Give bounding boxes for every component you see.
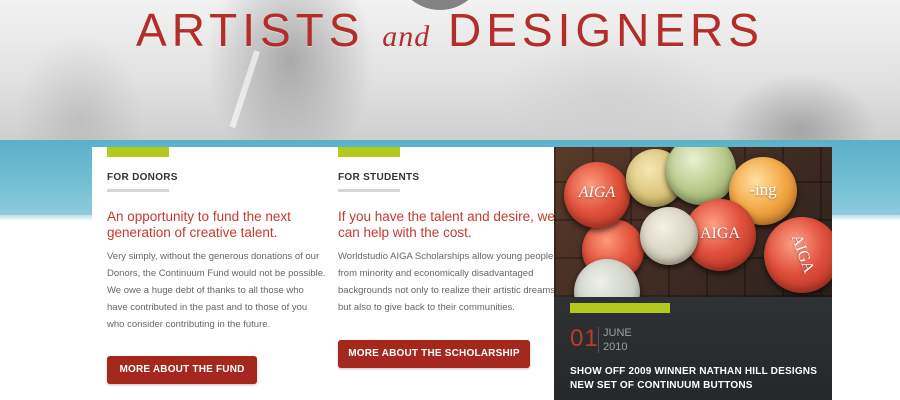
students-accent-bar (338, 147, 400, 157)
students-heading-rule (338, 189, 400, 192)
pin-button-photo: AIGA (564, 162, 630, 228)
news-headline-link[interactable]: SHOW OFF 2009 WINNER NATHAN HILL DESIGNS… (570, 365, 825, 393)
pin-text: -ing (749, 180, 777, 199)
hero-title: ARTISTS and DESIGNERS (0, 2, 900, 65)
date-divider (598, 327, 599, 353)
content-panel: FOR DONORS An opportunity to fund the ne… (92, 147, 558, 400)
donors-body: Very simply, without the generous donati… (107, 251, 326, 330)
pin-button-photo: AIGA (764, 217, 832, 293)
donors-column: FOR DONORS An opportunity to fund the ne… (107, 147, 327, 333)
donors-heading: FOR DONORS (107, 172, 178, 183)
students-tagline: If you have the talent and desire, we ca… (338, 209, 555, 240)
donors-heading-rule (107, 189, 169, 192)
news-photo[interactable]: AIGA -ing AIGA AIGA (554, 147, 832, 325)
pin-text: AIGA (787, 232, 818, 276)
pin-button-photo (640, 207, 698, 265)
news-feature[interactable]: AIGA -ing AIGA AIGA 01 JUNE 2010 SHOW OF… (554, 147, 832, 400)
news-accent-bar (570, 303, 670, 313)
hero-title-artists: ARTISTS (136, 4, 365, 56)
more-about-scholarship-button[interactable]: MORE ABOUT THE SCHOLARSHIP (338, 340, 530, 368)
students-column: FOR STUDENTS If you have the talent and … (338, 147, 558, 316)
donors-accent-bar (107, 147, 169, 157)
more-about-fund-button[interactable]: MORE ABOUT THE FUND (107, 356, 257, 384)
hero-title-and: and (382, 20, 431, 53)
donors-tagline: An opportunity to fund the next generati… (107, 209, 291, 240)
news-caption: 01 JUNE 2010 SHOW OFF 2009 WINNER NATHAN… (554, 297, 832, 400)
news-date-month: JUNE (603, 327, 632, 339)
pin-text: AIGA (578, 184, 616, 201)
hero-title-designers: DESIGNERS (448, 4, 764, 56)
news-date-day: 01 (570, 325, 599, 352)
hero-banner: ARTISTS and DESIGNERS (0, 0, 900, 140)
students-heading: FOR STUDENTS (338, 172, 420, 183)
news-date-year: 2010 (603, 341, 628, 353)
students-body: Worldstudio AIGA Scholarships allow youn… (338, 251, 558, 313)
